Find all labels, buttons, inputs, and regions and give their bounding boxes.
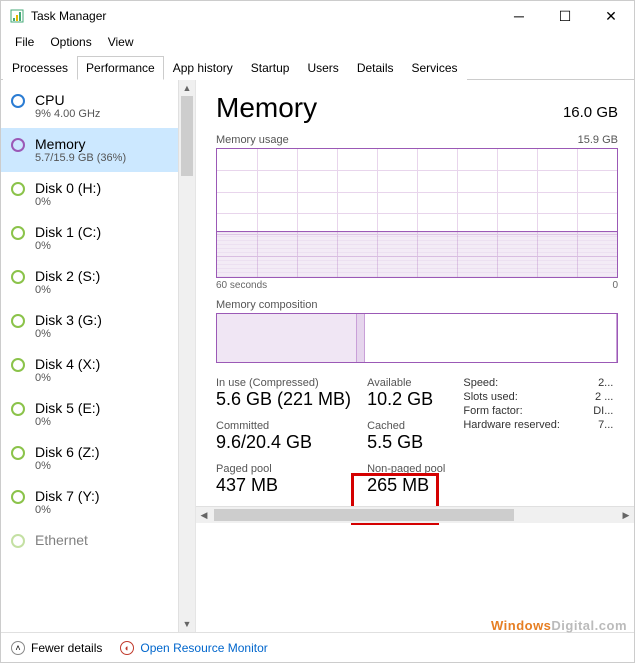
tab-details[interactable]: Details xyxy=(348,56,403,80)
sidebar-item-disk0[interactable]: Disk 0 (H:)0% xyxy=(1,172,178,216)
composition-label: Memory composition xyxy=(216,299,317,311)
usage-chart-max: 15.9 GB xyxy=(578,134,618,146)
menubar: File Options View xyxy=(1,31,634,55)
committed-label: Committed xyxy=(216,420,351,432)
hw-value: 7... xyxy=(598,419,613,431)
tab-app-history[interactable]: App history xyxy=(164,56,242,80)
minimize-button[interactable]: ─ xyxy=(496,1,542,31)
menu-options[interactable]: Options xyxy=(42,33,99,51)
paged-value: 437 MB xyxy=(216,475,351,496)
scrollbar-thumb[interactable] xyxy=(181,96,193,176)
sidebar-scrollbar[interactable]: ▲ ▼ xyxy=(178,80,195,632)
tab-performance[interactable]: Performance xyxy=(77,56,164,80)
axis-left: 60 seconds xyxy=(216,280,267,291)
page-title: Memory xyxy=(216,92,317,124)
sidebar-item-disk2[interactable]: Disk 2 (S:)0% xyxy=(1,260,178,304)
main-panel: Memory 16.0 GB Memory usage 15.9 GB 60 s… xyxy=(196,80,634,632)
sidebar-item-ethernet[interactable]: Ethernet xyxy=(1,524,178,548)
disk-icon xyxy=(11,182,25,196)
disk-icon xyxy=(11,358,25,372)
tab-startup[interactable]: Startup xyxy=(242,56,299,80)
sidebar-item-cpu[interactable]: CPU9% 4.00 GHz xyxy=(1,84,178,128)
chevron-up-icon: ˄ xyxy=(11,641,25,655)
disk-icon xyxy=(11,314,25,328)
titlebar: Task Manager ─ ☐ ✕ xyxy=(1,1,634,31)
available-label: Available xyxy=(367,377,445,389)
monitor-icon: ◐ xyxy=(120,641,134,655)
speed-label: Speed: xyxy=(463,377,498,389)
tab-services[interactable]: Services xyxy=(403,56,467,80)
speed-value: 2... xyxy=(598,377,613,389)
close-button[interactable]: ✕ xyxy=(588,1,634,31)
slots-value: 2 ... xyxy=(595,391,613,403)
sidebar-item-disk3[interactable]: Disk 3 (G:)0% xyxy=(1,304,178,348)
memory-total: 16.0 GB xyxy=(563,104,618,121)
cpu-icon xyxy=(11,94,25,108)
scroll-up-icon[interactable]: ▲ xyxy=(179,80,195,96)
available-value: 10.2 GB xyxy=(367,389,445,410)
tab-processes[interactable]: Processes xyxy=(3,56,77,80)
watermark: WindowsDigital.com xyxy=(491,618,627,633)
disk-icon xyxy=(11,446,25,460)
scroll-left-icon[interactable]: ◀ xyxy=(196,507,212,523)
footer: ˄ Fewer details ◐ Open Resource Monitor xyxy=(1,632,634,662)
sidebar-item-disk5[interactable]: Disk 5 (E:)0% xyxy=(1,392,178,436)
menu-file[interactable]: File xyxy=(7,33,42,51)
app-icon xyxy=(9,8,25,24)
usage-chart-label: Memory usage xyxy=(216,134,289,146)
window-title: Task Manager xyxy=(31,9,496,23)
axis-right: 0 xyxy=(612,280,618,291)
scroll-down-icon[interactable]: ▼ xyxy=(179,616,195,632)
paged-label: Paged pool xyxy=(216,463,351,475)
form-value: DI... xyxy=(593,405,613,417)
disk-icon xyxy=(11,490,25,504)
sidebar-item-memory[interactable]: Memory5.7/15.9 GB (36%) xyxy=(1,128,178,172)
menu-view[interactable]: View xyxy=(100,33,142,51)
sidebar: CPU9% 4.00 GHz Memory5.7/15.9 GB (36%) D… xyxy=(1,80,196,632)
memory-usage-chart xyxy=(216,148,618,278)
form-label: Form factor: xyxy=(463,405,522,417)
sidebar-item-disk4[interactable]: Disk 4 (X:)0% xyxy=(1,348,178,392)
maximize-button[interactable]: ☐ xyxy=(542,1,588,31)
tab-strip: Processes Performance App history Startu… xyxy=(1,55,634,80)
sidebar-item-disk1[interactable]: Disk 1 (C:)0% xyxy=(1,216,178,260)
disk-icon xyxy=(11,402,25,416)
slots-label: Slots used: xyxy=(463,391,517,403)
open-resource-monitor-link[interactable]: ◐ Open Resource Monitor xyxy=(120,641,267,655)
horizontal-scrollbar[interactable]: ◀ ▶ xyxy=(196,506,634,523)
scroll-right-icon[interactable]: ▶ xyxy=(618,507,634,523)
inuse-value: 5.6 GB (221 MB) xyxy=(216,389,351,410)
cached-label: Cached xyxy=(367,420,445,432)
disk-icon xyxy=(11,270,25,284)
committed-value: 9.6/20.4 GB xyxy=(216,432,351,453)
h-scrollbar-thumb[interactable] xyxy=(214,509,514,521)
hw-label: Hardware reserved: xyxy=(463,419,560,431)
cached-value: 5.5 GB xyxy=(367,432,445,453)
disk-icon xyxy=(11,226,25,240)
ethernet-icon xyxy=(11,534,25,548)
memory-icon xyxy=(11,138,25,152)
memory-composition-chart xyxy=(216,313,618,363)
inuse-label: In use (Compressed) xyxy=(216,377,351,389)
sidebar-item-disk7[interactable]: Disk 7 (Y:)0% xyxy=(1,480,178,524)
tab-users[interactable]: Users xyxy=(298,56,347,80)
fewer-details-button[interactable]: ˄ Fewer details xyxy=(11,641,102,655)
sidebar-item-disk6[interactable]: Disk 6 (Z:)0% xyxy=(1,436,178,480)
